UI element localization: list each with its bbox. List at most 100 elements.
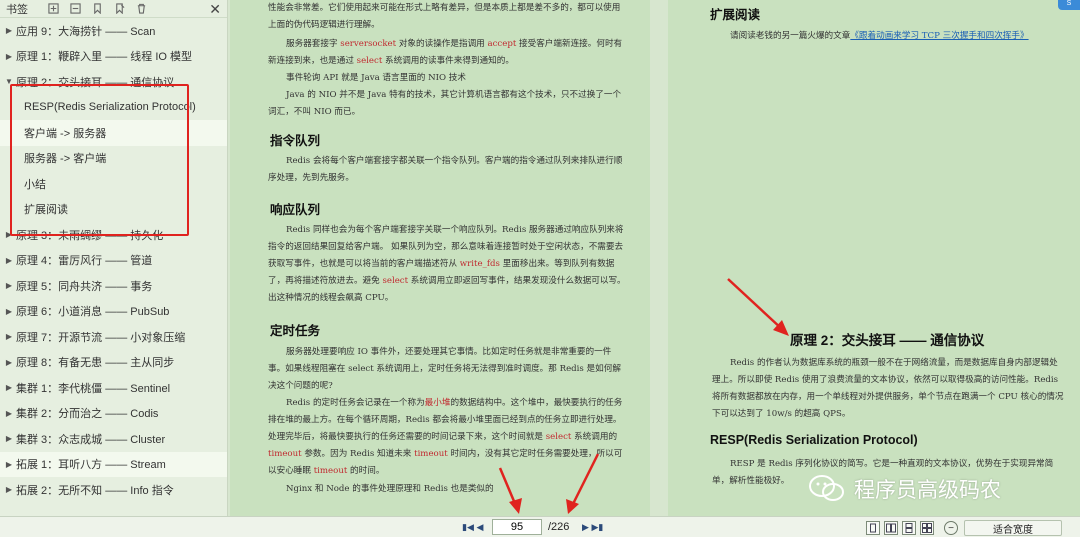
sidebar-title: 书签 (6, 3, 28, 16)
expand-all-icon[interactable] (42, 1, 64, 17)
collapsed-arrow-icon[interactable]: ▶ (2, 358, 16, 367)
bookmark-label: 原理 4：雷厉风行 —— 管道 (16, 255, 153, 268)
bookmark-label: 拓展 1：耳听八方 —— Stream (16, 459, 166, 472)
delete-bookmark-icon[interactable] (130, 1, 152, 17)
status-bar: ▮◀ ◀ /226 ▶ ▶▮ − 适合宽度 (0, 516, 1080, 537)
bookmark-child-item[interactable]: 小结 (0, 171, 227, 197)
collapsed-arrow-icon[interactable]: ▶ (2, 434, 16, 443)
bookmark-label: 客户端 -> 服务器 (24, 127, 107, 140)
continuous-view-icon[interactable] (902, 521, 916, 535)
add-bookmark-icon[interactable] (86, 1, 108, 17)
bookmark-label: 服务器 -> 客户端 (24, 153, 107, 166)
collapsed-arrow-icon[interactable]: ▶ (2, 26, 16, 35)
bookmark-label: 原理 2：交头接耳 —— 通信协议 (16, 76, 175, 89)
view-controls: − 适合宽度 (866, 520, 1062, 536)
bookmark-tree: ▶ 应用 9：大海捞针 —— Scan ▶ 原理 1：鞭辟入里 —— 线程 IO 模型… (0, 18, 227, 503)
collapsed-arrow-icon[interactable]: ▶ (2, 307, 16, 316)
section-heading: 扩展阅读 (710, 8, 761, 22)
expanded-arrow-icon[interactable]: ▼ (2, 77, 16, 86)
bookmark-item[interactable]: ▶ 原理 8：有备无患 —— 主从同步 (0, 350, 227, 376)
continuous-two-page-view-icon[interactable] (920, 521, 934, 535)
corner-badge: S (1058, 0, 1080, 10)
bookmark-item[interactable]: ▶ 集群 3：众志成城 —— Cluster (0, 426, 227, 452)
bookmark-label: 原理 6：小道消息 —— PubSub (16, 306, 170, 319)
prev-page-icon[interactable]: ◀ (474, 520, 486, 534)
bookmark-label: 小结 (24, 178, 46, 191)
collapsed-arrow-icon[interactable]: ▶ (2, 230, 16, 239)
bookmark-label: RESP(Redis Serialization Protocol) (24, 101, 196, 114)
paragraph: Redis 同样也会为每个客户端套接字关联一个响应队列。Redis 服务器通过响… (268, 225, 626, 303)
bookmark-label: 集群 3：众志成城 —— Cluster (16, 433, 166, 446)
page-number-input[interactable] (492, 519, 542, 535)
section-heading: 响应队列 (270, 203, 321, 217)
bookmark-label: 原理 8：有备无患 —— 主从同步 (16, 357, 175, 370)
sidebar-header: 书签 ✕ (0, 0, 227, 18)
paragraph: Java 的 NIO 并不是 Java 特有的技术，其它计算机语言都有这个技术，… (268, 90, 622, 117)
paragraph: Redis 的作者认为数据库系统的瓶颈一般不在于网络流量，而是数据库自身内部逻辑… (712, 358, 1064, 419)
bookmark-item[interactable]: ▶ 原理 5：同舟共济 —— 事务 (0, 273, 227, 299)
bookmark-child-item[interactable]: 客户端 -> 服务器 (0, 120, 227, 146)
page-right: S 扩展阅读 请阅读老钱的另一篇火爆的文章《跟着动画来学习 TCP 三次握手和四… (668, 0, 1080, 516)
section-heading: 定时任务 (270, 324, 321, 338)
bookmark-item[interactable]: ▶ 集群 1：李代桃僵 —— Sentinel (0, 375, 227, 401)
paragraph: 性能会非常差。它们使用起来可能在形式上略有差异，但是本质上都是差不多的，都可以使… (268, 3, 621, 30)
bookmark-child-item[interactable]: RESP(Redis Serialization Protocol) (0, 95, 227, 121)
bookmark-item[interactable]: ▶ 原理 7：开源节流 —— 小对象压缩 (0, 324, 227, 350)
wechat-icon (809, 475, 844, 501)
collapsed-arrow-icon[interactable]: ▶ (2, 485, 16, 494)
bookmark-label: 集群 2：分而治之 —— Codis (16, 408, 159, 421)
bookmark-item[interactable]: ▶ 集群 2：分而治之 —— Codis (0, 401, 227, 427)
bookmark-label: 原理 5：同舟共济 —— 事务 (16, 280, 153, 293)
bookmark-label: 集群 1：李代桃僵 —— Sentinel (16, 382, 171, 395)
page-total: /226 (548, 521, 570, 533)
bookmark-label: 应用 9：大海捞针 —— Scan (16, 25, 156, 38)
bookmark-item[interactable]: ▶ 原理 6：小道消息 —— PubSub (0, 299, 227, 325)
paragraph: Redis 的定时任务会记录在一个称为最小堆的数据结构中。这个堆中，最快要执行的… (268, 398, 623, 476)
bookmark-label: 原理 3：未雨绸缪 —— 持久化 (16, 229, 164, 242)
section-heading: 指令队列 (270, 134, 321, 148)
chapter-title: 原理 2：交头接耳 —— 通信协议 (790, 333, 985, 348)
paragraph: 服务器处理要响应 IO 事件外，还要处理其它事情。比如定时任务就是非常重要的一件… (268, 347, 621, 391)
single-page-view-icon[interactable] (866, 521, 880, 535)
bookmark-label: 原理 7：开源节流 —— 小对象压缩 (16, 331, 186, 344)
paragraph: Redis 会将每个客户端套接字都关联一个指令队列。客户端的指令通过队列来排队进… (268, 156, 623, 183)
page-navigation: ▮◀ ◀ /226 ▶ ▶▮ (462, 519, 603, 535)
close-icon[interactable]: ✕ (209, 2, 221, 16)
paragraph: Nginx 和 Node 的事件处理原理和 Redis 也是类似的 (286, 484, 494, 494)
bookmark-child-item[interactable]: 服务器 -> 客户端 (0, 146, 227, 172)
first-page-icon[interactable]: ▮◀ (462, 520, 474, 534)
two-page-view-icon[interactable] (884, 521, 898, 535)
next-page-icon[interactable]: ▶ (579, 520, 591, 534)
bookmark-label: 原理 1：鞭辟入里 —— 线程 IO 模型 (16, 51, 193, 64)
bookmark-item[interactable]: ▶ 拓展 2：无所不知 —— Info 指令 (0, 477, 227, 503)
article-link[interactable]: 《跟着动画来学习 TCP 三次握手和四次挥手》 (850, 31, 1028, 41)
collapsed-arrow-icon[interactable]: ▶ (2, 383, 16, 392)
bookmark-item[interactable]: ▶ 原理 1：鞭辟入里 —— 线程 IO 模型 (0, 44, 227, 70)
page-gutter (650, 0, 668, 516)
collapsed-arrow-icon[interactable]: ▶ (2, 281, 16, 290)
collapsed-arrow-icon[interactable]: ▶ (2, 52, 16, 61)
collapsed-arrow-icon[interactable]: ▶ (2, 256, 16, 265)
bookmark-label: 拓展 2：无所不知 —— Info 指令 (16, 484, 174, 497)
bookmark-child-item[interactable]: 扩展阅读 (0, 197, 227, 223)
bookmark-sidebar: 书签 ✕ ▶ 应用 9：大海捞针 —— Scan ▶ 原理 1：鞭辟入里 —— 线程 … (0, 0, 228, 537)
collapsed-arrow-icon[interactable]: ▶ (2, 409, 16, 418)
watermark: 程序员高级码农 (808, 474, 1001, 504)
bookmark-item[interactable]: ▼ 原理 2：交头接耳 —— 通信协议 (0, 69, 227, 95)
bookmark-item[interactable]: ▶ 原理 3：未雨绸缪 —— 持久化 (0, 222, 227, 248)
zoom-out-icon[interactable]: − (944, 521, 958, 535)
bookmark-item[interactable]: ▶ 应用 9：大海捞针 —— Scan (0, 18, 227, 44)
page-left: 性能会非常差。它们使用起来可能在形式上略有差异，但是本质上都是差不多的，都可以使… (230, 0, 650, 516)
collapsed-arrow-icon[interactable]: ▶ (2, 332, 16, 341)
section-heading: RESP(Redis Serialization Protocol) (710, 433, 918, 447)
paragraph: 请阅读老钱的另一篇火爆的文章《跟着动画来学习 TCP 三次握手和四次挥手》 (730, 31, 1029, 41)
last-page-icon[interactable]: ▶▮ (591, 520, 603, 534)
bookmark-item[interactable]: ▶ 拓展 1：耳听八方 —— Stream (0, 451, 227, 477)
bookmark-item[interactable]: ▶ 原理 4：雷厉风行 —— 管道 (0, 248, 227, 274)
paragraph: 事件轮询 API 就是 Java 语言里面的 NIO 技术 (286, 73, 466, 83)
paragraph: 服务器套接字 serversocket 对象的读操作是指调用 accept 接受… (268, 39, 623, 66)
zoom-select[interactable]: 适合宽度 (964, 520, 1062, 536)
collapse-all-icon[interactable] (64, 1, 86, 17)
edit-bookmark-icon[interactable] (108, 1, 130, 17)
collapsed-arrow-icon[interactable]: ▶ (2, 460, 16, 469)
